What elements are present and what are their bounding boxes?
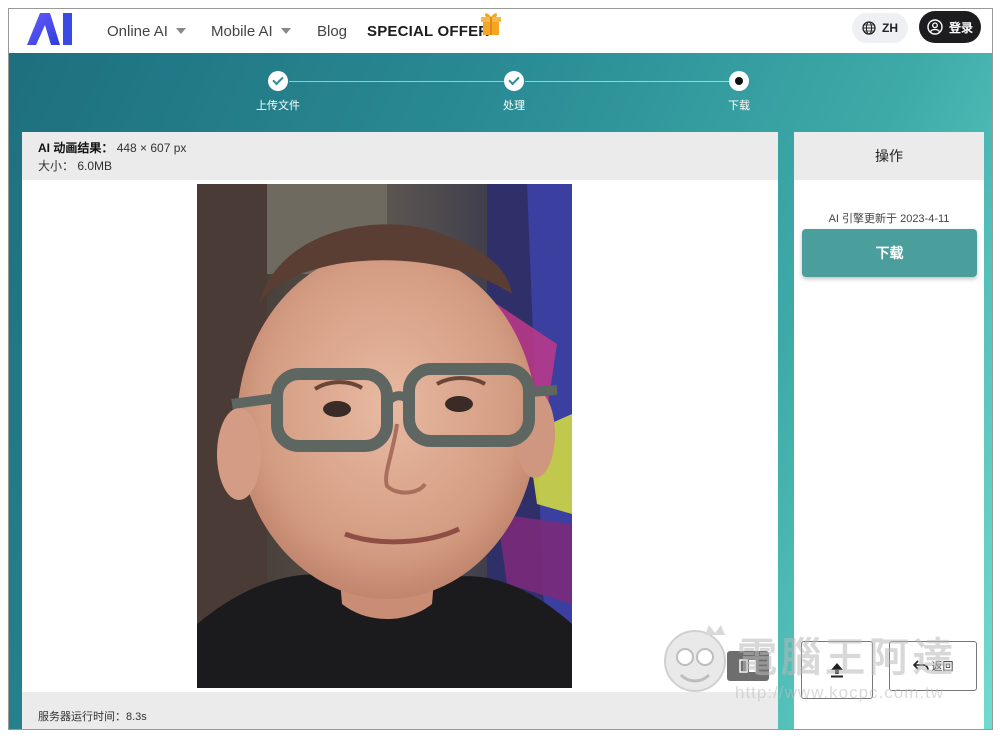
top-navbar: Online AI Mobile AI Blog SPECIAL OFFER Z… <box>9 9 992 53</box>
nav-special-offer-label: SPECIAL OFFER <box>367 22 490 40</box>
app-window: Online AI Mobile AI Blog SPECIAL OFFER Z… <box>8 8 993 730</box>
result-title-label: AI 动画结果： <box>38 141 114 155</box>
ai-logo[interactable] <box>25 11 77 47</box>
undo-icon <box>912 660 929 671</box>
nav-online-ai-label: Online AI <box>107 22 168 40</box>
step-upload-check-icon <box>268 71 288 91</box>
nav-blog[interactable]: Blog <box>317 9 347 53</box>
step-download-label: 下载 <box>728 100 750 112</box>
result-dimensions: 448 × 607 px <box>116 141 187 155</box>
nav-online-ai[interactable]: Online AI <box>107 9 186 53</box>
step-connector <box>525 81 733 82</box>
download-button[interactable]: 下载 <box>802 229 977 277</box>
language-switcher[interactable]: ZH <box>852 13 908 43</box>
step-process-check-icon <box>504 71 524 91</box>
language-label: ZH <box>882 21 898 35</box>
upload-icon <box>831 663 843 678</box>
result-dimensions-row: AI 动画结果： 448 × 607 px <box>38 139 762 157</box>
result-panel: AI 动画结果： 448 × 607 px 大小： 6.0MB 服务器运行时间：… <box>22 132 778 729</box>
step-connector <box>289 81 513 82</box>
compare-button[interactable] <box>727 651 769 681</box>
operations-header: 操作 <box>794 132 984 180</box>
engine-update-note: AI 引擎更新于 2023-4-11 <box>828 213 950 225</box>
nav-mobile-ai-label: Mobile AI <box>211 22 273 40</box>
server-time-bar: 服务器运行时间：8.3s <box>22 692 778 729</box>
result-image <box>197 184 572 688</box>
gift-icon <box>481 13 501 35</box>
login-label: 登录 <box>948 20 973 35</box>
result-size-row: 大小： 6.0MB <box>38 157 762 175</box>
chevron-down-icon <box>280 28 291 34</box>
step-upload-label: 上传文件 <box>256 100 300 112</box>
login-button[interactable]: 登录 <box>919 11 981 43</box>
step-process-label: 处理 <box>503 100 525 112</box>
back-label: 返回 <box>931 661 954 673</box>
server-time-text: 服务器运行时间：8.3s <box>38 711 147 723</box>
result-size-value: 6.0MB <box>77 159 113 173</box>
chevron-down-icon <box>175 28 186 34</box>
result-info-bar: AI 动画结果： 448 × 607 px 大小： 6.0MB <box>22 132 778 180</box>
progress-stepper: 上传文件 处理 下载 <box>9 69 992 119</box>
nav-mobile-ai[interactable]: Mobile AI <box>211 9 291 53</box>
back-button[interactable]: 返回 <box>889 641 977 691</box>
compare-icon <box>739 659 756 673</box>
globe-icon <box>862 21 876 35</box>
user-icon <box>927 19 943 35</box>
nav-special-offer[interactable]: SPECIAL OFFER <box>367 9 489 53</box>
step-download-dot-icon <box>729 71 749 91</box>
portrait-image <box>197 184 572 688</box>
nav-blog-label: Blog <box>317 22 348 40</box>
upload-button[interactable] <box>801 641 873 699</box>
result-size-label: 大小： <box>38 159 75 173</box>
